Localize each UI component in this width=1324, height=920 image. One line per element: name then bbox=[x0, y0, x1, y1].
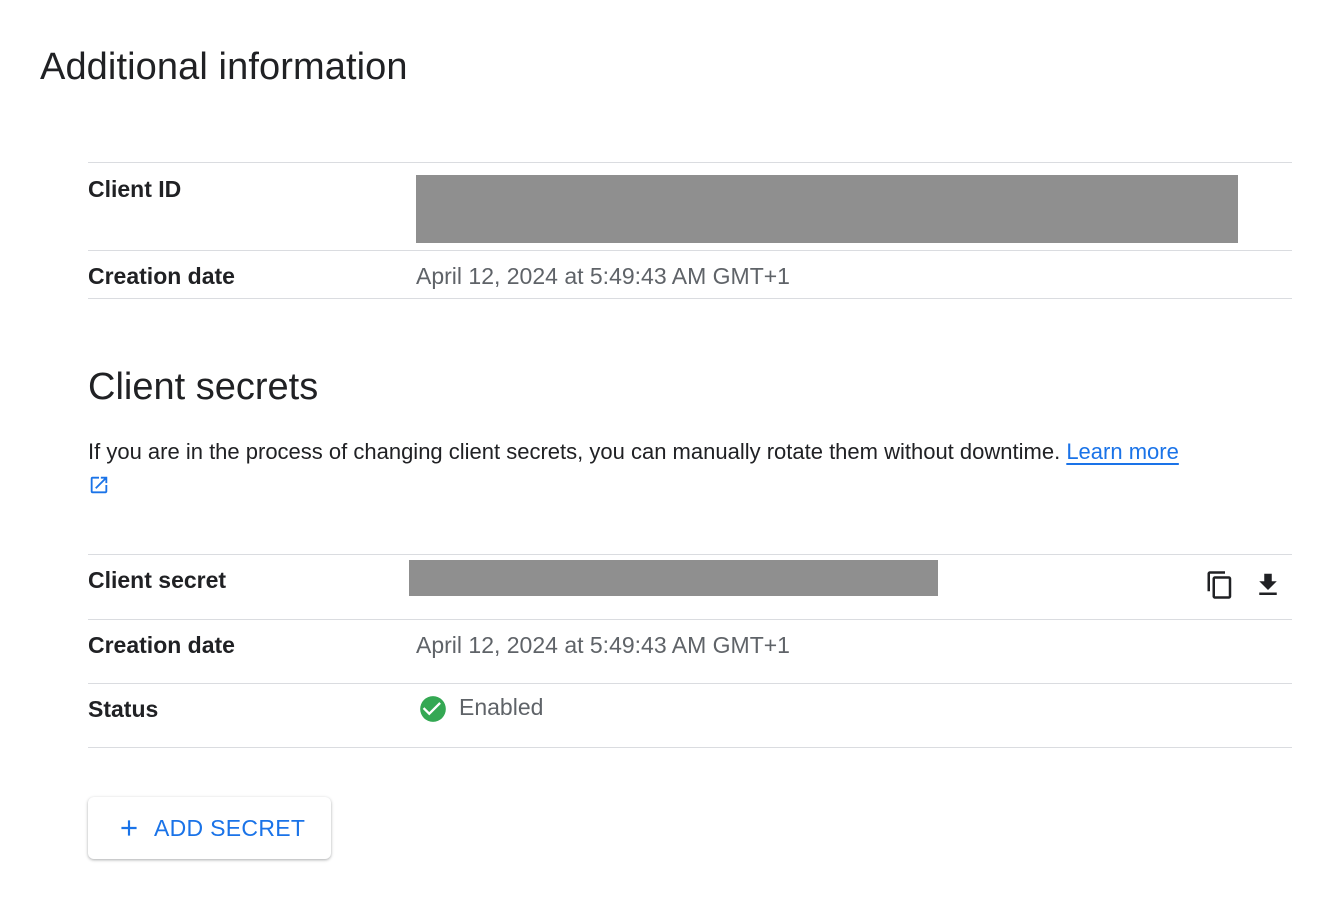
client-id-row: Client ID bbox=[88, 162, 1292, 250]
client-secrets-title: Client secrets bbox=[88, 366, 319, 408]
page-title: Additional information bbox=[40, 46, 408, 88]
status-label: Status bbox=[88, 696, 159, 722]
description-text: If you are in the process of changing cl… bbox=[88, 439, 1061, 464]
client-id-redacted-value bbox=[416, 175, 1238, 243]
check-circle-icon bbox=[420, 696, 446, 722]
creation-date-label: Creation date bbox=[88, 263, 235, 289]
copy-icon bbox=[1207, 571, 1232, 599]
learn-more-link[interactable]: Learn more bbox=[1066, 439, 1179, 464]
open-in-new-icon[interactable] bbox=[88, 474, 110, 496]
secret-creation-date-label: Creation date bbox=[88, 632, 235, 658]
client-secrets-description: If you are in the process of changing cl… bbox=[88, 436, 1288, 468]
client-id-label: Client ID bbox=[88, 176, 182, 202]
additional-info-table: Client ID Creation date April 12, 2024 a… bbox=[88, 162, 1292, 299]
copy-button[interactable] bbox=[1202, 567, 1238, 603]
client-secret-row: Client secret bbox=[88, 554, 1292, 619]
client-secret-label: Client secret bbox=[88, 567, 227, 593]
client-secrets-table: Client secret Creation date April 12, 20… bbox=[88, 554, 1292, 748]
creation-date-value: April 12, 2024 at 5:49:43 AM GMT+1 bbox=[416, 263, 790, 289]
creation-date-row: Creation date April 12, 2024 at 5:49:43 … bbox=[88, 250, 1292, 299]
download-icon bbox=[1259, 573, 1277, 595]
status-value: Enabled bbox=[459, 694, 544, 720]
add-secret-label: ADD SECRET bbox=[154, 814, 306, 841]
add-secret-button[interactable]: ADD SECRET bbox=[88, 797, 331, 859]
secret-creation-date-value: April 12, 2024 at 5:49:43 AM GMT+1 bbox=[416, 632, 790, 658]
download-button[interactable] bbox=[1250, 567, 1286, 603]
plus-icon bbox=[121, 820, 137, 836]
page: Additional information Client ID Creatio… bbox=[0, 0, 1324, 920]
status-row: Status bbox=[88, 683, 1292, 748]
client-secret-redacted-value bbox=[409, 560, 938, 596]
secret-creation-date-row: Creation date April 12, 2024 at 5:49:43 … bbox=[88, 619, 1292, 683]
